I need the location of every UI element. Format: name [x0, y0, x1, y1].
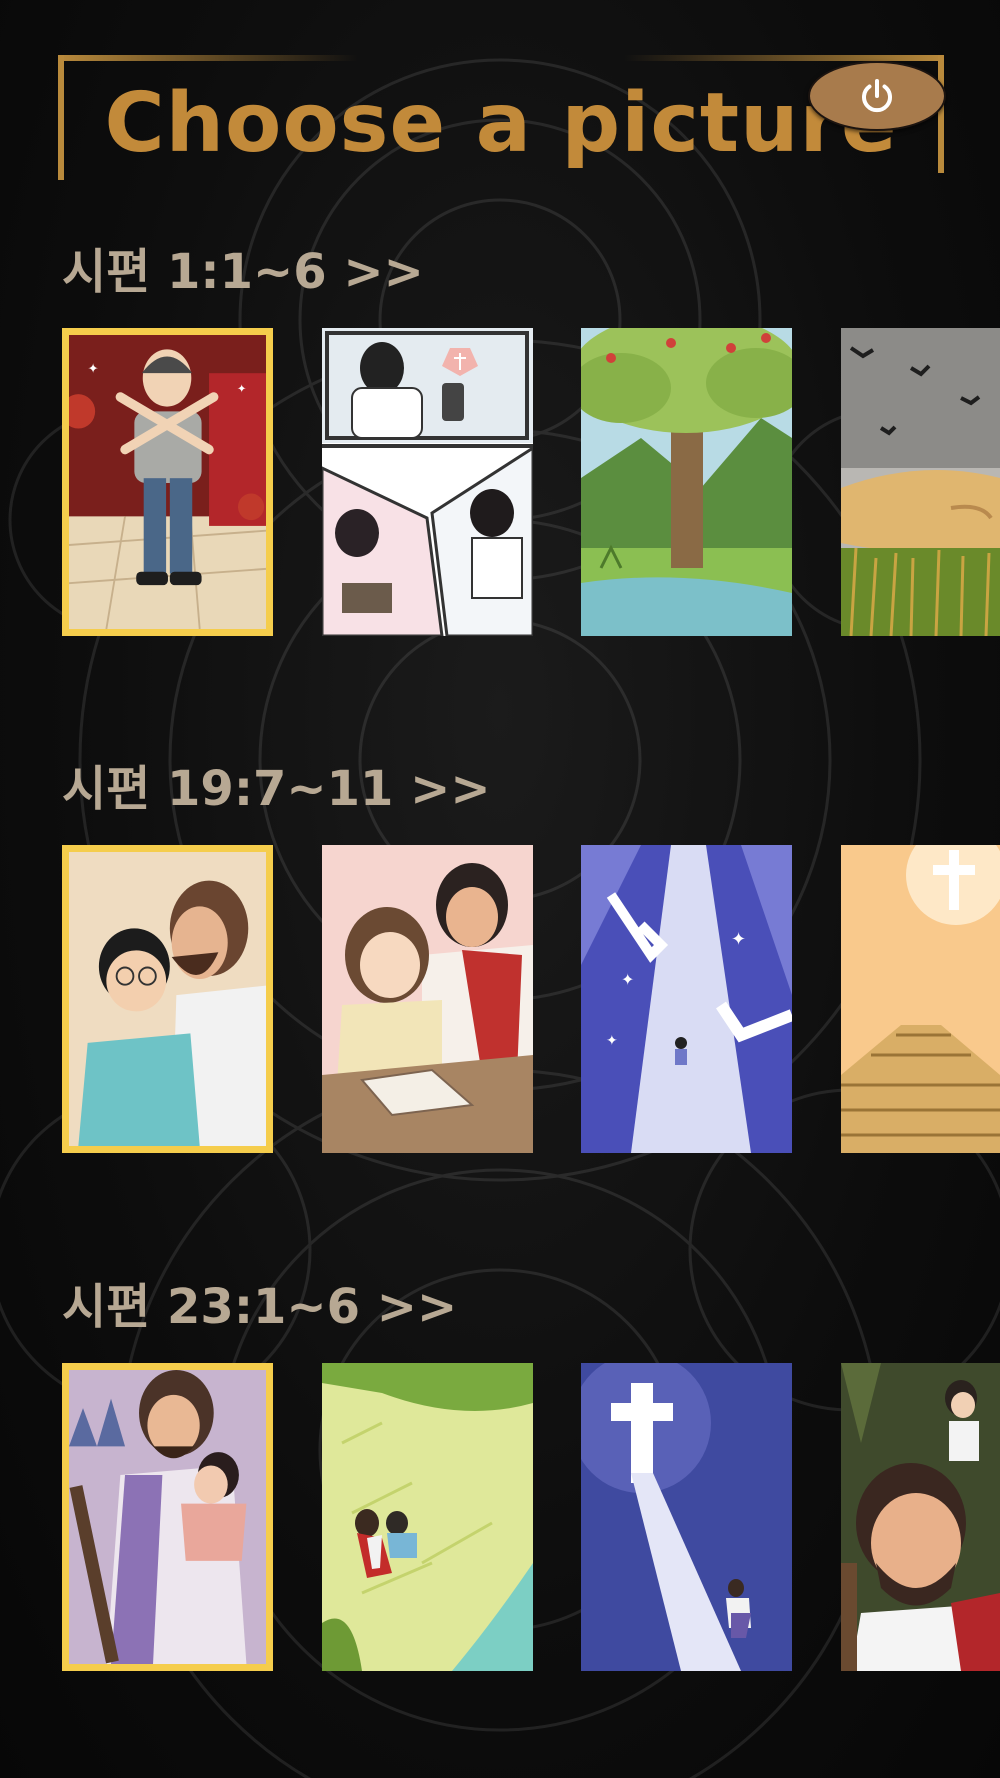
power-icon	[862, 79, 892, 113]
illustration-hand-over-grain	[841, 328, 1000, 636]
picture-cross-over-gold-bars[interactable]	[841, 845, 1000, 1153]
picture-row: ✦ ✦ ✦	[0, 845, 1000, 1155]
section-title-psalm-1[interactable]: 시편 1:1~6 >>	[62, 248, 424, 296]
picture-row	[0, 1363, 1000, 1673]
illustration-girls-reading	[322, 328, 533, 636]
illustration-green-pasture	[322, 1363, 533, 1671]
picture-bible-signpost-path[interactable]: ✦ ✦ ✦	[581, 845, 792, 1153]
svg-text:✦: ✦	[731, 929, 746, 950]
power-button[interactable]	[808, 61, 946, 131]
frame-top-left-bar	[58, 55, 358, 61]
illustration-cross-gold	[841, 845, 1000, 1153]
illustration-jesus-carrying	[69, 1370, 266, 1664]
picture-boy-refusing-temptation[interactable]: ✦ ✦	[62, 328, 273, 636]
picture-shepherd-in-forest[interactable]	[841, 1363, 1000, 1671]
svg-text:✦: ✦	[621, 970, 634, 989]
illustration-jesus-whispering	[69, 852, 266, 1146]
picture-resting-in-green-pasture[interactable]	[322, 1363, 533, 1671]
picture-girls-reading-bible[interactable]	[322, 328, 533, 636]
svg-text:✦: ✦	[88, 362, 99, 377]
picture-jesus-carrying-child[interactable]	[62, 1363, 273, 1671]
svg-text:✦: ✦	[606, 1033, 618, 1049]
picture-hand-over-grain-field[interactable]	[841, 328, 1000, 636]
illustration-light-cross	[581, 1363, 792, 1671]
section-title-psalm-23[interactable]: 시편 23:1~6 >>	[62, 1283, 457, 1331]
illustration-bible-path: ✦ ✦ ✦	[581, 845, 792, 1153]
section-title-psalm-19[interactable]: 시편 19:7~11 >>	[62, 765, 491, 813]
illustration-tree-by-stream	[581, 328, 792, 636]
svg-text:✦: ✦	[237, 381, 247, 395]
illustration-jesus-with-girl	[322, 845, 533, 1153]
illustration-shepherd-forest	[841, 1363, 1000, 1671]
frame-top-right-bar	[624, 55, 944, 61]
picture-fruit-tree-by-stream[interactable]	[581, 328, 792, 636]
picture-row: ✦ ✦	[0, 328, 1000, 638]
picture-jesus-whispering-to-boy[interactable]	[62, 845, 273, 1153]
picture-light-of-the-cross[interactable]	[581, 1363, 792, 1671]
picture-jesus-with-girl-reading[interactable]	[322, 845, 533, 1153]
illustration-boy-refusing: ✦✦	[69, 335, 266, 629]
header-frame: Choose a picture	[58, 55, 944, 180]
